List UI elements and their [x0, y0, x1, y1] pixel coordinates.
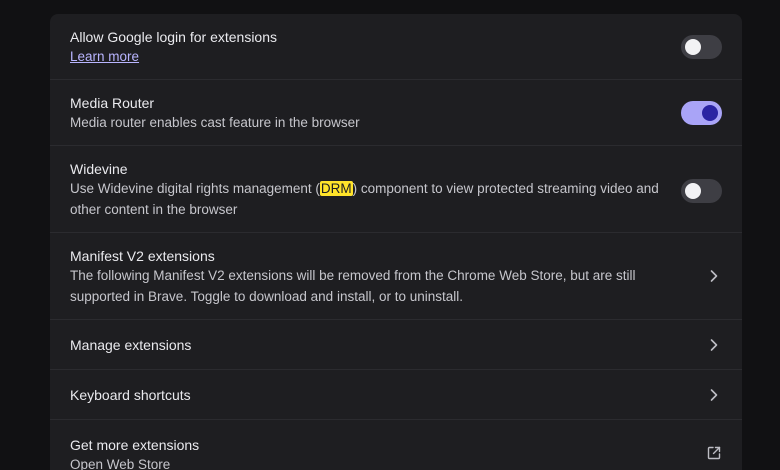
setting-title-keyboard-shortcuts: Keyboard shortcuts: [70, 387, 191, 403]
setting-title-widevine: Widevine: [70, 161, 128, 177]
setting-title-manage-extensions: Manage extensions: [70, 337, 192, 353]
settings-page: Allow Google login for extensions Learn …: [0, 0, 780, 470]
setting-text-google-login: Allow Google login for extensions Learn …: [70, 27, 660, 68]
setting-title-media-router: Media Router: [70, 95, 155, 111]
extensions-settings-card: Allow Google login for extensions Learn …: [50, 14, 742, 470]
setting-text-keyboard-shortcuts: Keyboard shortcuts: [70, 385, 660, 405]
setting-text-manifest-v2: Manifest V2 extensions The following Man…: [70, 246, 660, 307]
setting-row-keyboard-shortcuts[interactable]: Keyboard shortcuts: [50, 370, 742, 420]
widevine-desc-pre: Use Widevine digital rights management (: [70, 181, 320, 196]
setting-row-manage-extensions[interactable]: Manage extensions: [50, 320, 742, 370]
setting-text-media-router: Media Router Media router enables cast f…: [70, 93, 660, 134]
setting-text-widevine: Widevine Use Widevine digital rights man…: [70, 159, 660, 220]
toggle-knob: [685, 183, 701, 199]
setting-text-manage-extensions: Manage extensions: [70, 335, 660, 355]
setting-row-widevine: Widevine Use Widevine digital rights man…: [50, 146, 742, 233]
setting-row-get-more-extensions[interactable]: Get more extensions Open Web Store: [50, 420, 742, 470]
toggle-knob: [702, 105, 718, 121]
setting-desc-manifest-v2: The following Manifest V2 extensions wil…: [70, 268, 636, 304]
setting-title-manifest-v2: Manifest V2 extensions: [70, 248, 215, 264]
setting-desc-media-router: Media router enables cast feature in the…: [70, 115, 360, 130]
setting-desc-widevine: Use Widevine digital rights management (…: [70, 179, 660, 220]
setting-text-get-more-extensions: Get more extensions Open Web Store: [70, 435, 660, 470]
toggle-knob: [685, 39, 701, 55]
chevron-right-icon[interactable]: [708, 269, 720, 283]
setting-row-manifest-v2[interactable]: Manifest V2 extensions The following Man…: [50, 233, 742, 320]
setting-title-get-more-extensions: Get more extensions: [70, 437, 200, 453]
external-link-icon[interactable]: [706, 445, 722, 461]
setting-title-google-login: Allow Google login for extensions: [70, 29, 278, 45]
learn-more-link[interactable]: Learn more: [70, 49, 139, 64]
media-router-toggle[interactable]: [681, 101, 722, 125]
drm-highlight: DRM: [319, 181, 353, 196]
chevron-right-icon[interactable]: [708, 338, 720, 352]
widevine-toggle[interactable]: [681, 179, 722, 203]
setting-desc-open-web-store: Open Web Store: [70, 457, 171, 470]
chevron-right-icon[interactable]: [708, 388, 720, 402]
setting-row-google-login: Allow Google login for extensions Learn …: [50, 14, 742, 80]
google-login-toggle[interactable]: [681, 35, 722, 59]
setting-row-media-router: Media Router Media router enables cast f…: [50, 80, 742, 146]
